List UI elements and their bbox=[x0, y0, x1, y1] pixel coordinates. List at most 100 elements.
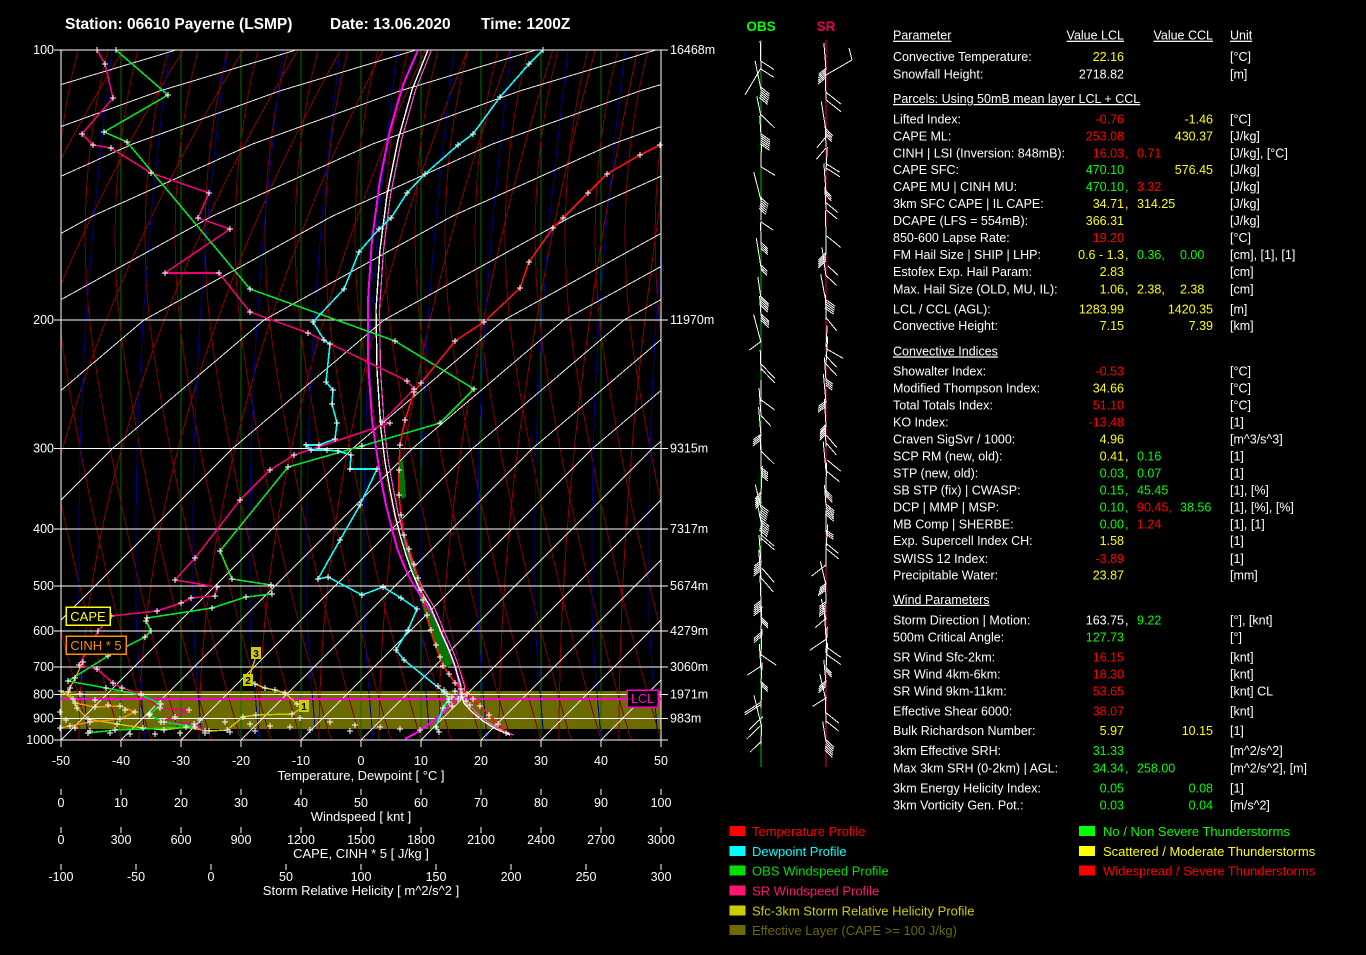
svg-text:5.97: 5.97 bbox=[1100, 724, 1124, 738]
svg-text:10: 10 bbox=[414, 754, 428, 768]
svg-text:-1.46: -1.46 bbox=[1185, 113, 1214, 127]
svg-text:0: 0 bbox=[208, 870, 215, 884]
svg-text:1000: 1000 bbox=[26, 733, 54, 747]
svg-text:[knt] CL: [knt] CL bbox=[1230, 684, 1273, 698]
svg-text:[°]: [°] bbox=[1230, 631, 1242, 645]
svg-text:,: , bbox=[1125, 500, 1128, 514]
svg-text:[1]: [1] bbox=[1230, 552, 1244, 566]
svg-text:LCL / CCL (AGL):: LCL / CCL (AGL): bbox=[893, 302, 991, 316]
svg-text:-30: -30 bbox=[172, 754, 190, 768]
svg-text:Lifted Index:: Lifted Index: bbox=[893, 113, 961, 127]
svg-text:[J/kg]: [J/kg] bbox=[1230, 163, 1260, 177]
svg-text:[J/kg]: [J/kg] bbox=[1230, 129, 1260, 143]
svg-text:1283.99: 1283.99 bbox=[1079, 302, 1124, 316]
svg-text:[cm], [1], [1]: [cm], [1], [1] bbox=[1230, 248, 1295, 262]
svg-text:[knt]: [knt] bbox=[1230, 704, 1254, 718]
svg-text:DCP | MMP | MSP:: DCP | MMP | MSP: bbox=[893, 500, 999, 514]
svg-text:3.32: 3.32 bbox=[1137, 180, 1161, 194]
svg-text:[1]: [1] bbox=[1230, 534, 1244, 548]
svg-text:470.10: 470.10 bbox=[1086, 180, 1124, 194]
svg-text:150: 150 bbox=[426, 870, 447, 884]
svg-text:Scattered / Moderate Thunderst: Scattered / Moderate Thunderstorms bbox=[1103, 844, 1316, 859]
svg-text:[J/kg]: [J/kg] bbox=[1230, 197, 1260, 211]
svg-text:Station: 06610 Payerne (LSMP): Station: 06610 Payerne (LSMP) bbox=[65, 16, 292, 33]
svg-text:Value CCL: Value CCL bbox=[1153, 29, 1213, 43]
svg-text:2100: 2100 bbox=[467, 833, 495, 847]
svg-text:Precipitable Water:: Precipitable Water: bbox=[893, 569, 998, 583]
svg-text:SR Wind Sfc-2km:: SR Wind Sfc-2km: bbox=[893, 651, 995, 665]
svg-text:[km]: [km] bbox=[1230, 319, 1254, 333]
svg-text:SB STP (fix) | CWASP:: SB STP (fix) | CWASP: bbox=[893, 484, 1021, 498]
svg-text:[°], [knt]: [°], [knt] bbox=[1230, 613, 1273, 627]
svg-text:[°C]: [°C] bbox=[1230, 399, 1251, 413]
svg-text:Effective Shear 6000:: Effective Shear 6000: bbox=[893, 704, 1012, 718]
svg-text:[m]: [m] bbox=[1230, 302, 1247, 316]
svg-text:Convective Indices: Convective Indices bbox=[893, 344, 998, 358]
svg-text:[cm]: [cm] bbox=[1230, 282, 1254, 296]
svg-text:Showalter Index:: Showalter Index: bbox=[893, 364, 986, 378]
svg-text:0.03: 0.03 bbox=[1100, 466, 1124, 480]
svg-text:3km Effective SRH:: 3km Effective SRH: bbox=[893, 744, 1001, 758]
svg-text:50: 50 bbox=[279, 870, 293, 884]
svg-text:SR Wind 9km-11km:: SR Wind 9km-11km: bbox=[893, 684, 1007, 698]
svg-text:0.41: 0.41 bbox=[1100, 449, 1124, 463]
svg-text:2400: 2400 bbox=[527, 833, 555, 847]
svg-text:10.15: 10.15 bbox=[1182, 724, 1213, 738]
svg-text:[°C]: [°C] bbox=[1230, 364, 1251, 378]
svg-text:[°C]: [°C] bbox=[1230, 113, 1251, 127]
svg-text:SWISS 12 Index:: SWISS 12 Index: bbox=[893, 552, 988, 566]
svg-text:,: , bbox=[1125, 180, 1128, 194]
svg-text:[knt]: [knt] bbox=[1230, 651, 1254, 665]
svg-text:-40: -40 bbox=[112, 754, 130, 768]
svg-text:-100: -100 bbox=[48, 870, 73, 884]
svg-text:38.07: 38.07 bbox=[1093, 704, 1124, 718]
svg-text:1.06: 1.06 bbox=[1100, 282, 1124, 296]
svg-text:[m^2/s^2], [m]: [m^2/s^2], [m] bbox=[1230, 761, 1307, 775]
svg-text:Exp. Supercell Index CH:: Exp. Supercell Index CH: bbox=[893, 534, 1033, 548]
svg-text:[1], [%]: [1], [%] bbox=[1230, 484, 1269, 498]
svg-text:50: 50 bbox=[654, 754, 668, 768]
svg-text:SR Wind 4km-6km:: SR Wind 4km-6km: bbox=[893, 667, 1001, 681]
svg-text:[knt]: [knt] bbox=[1230, 667, 1254, 681]
svg-text:CAPE ML:: CAPE ML: bbox=[893, 129, 951, 143]
svg-text:DCAPE (LFS = 554mB):: DCAPE (LFS = 554mB): bbox=[893, 214, 1028, 228]
svg-text:7317m: 7317m bbox=[670, 522, 708, 536]
svg-text:34.71: 34.71 bbox=[1093, 197, 1124, 211]
svg-text:31.33: 31.33 bbox=[1093, 744, 1124, 758]
svg-text:Sfc-3km Storm Relative Helicit: Sfc-3km Storm Relative Helicity Profile bbox=[752, 903, 975, 918]
svg-text:-13.48: -13.48 bbox=[1089, 416, 1124, 430]
svg-text:,: , bbox=[1125, 466, 1128, 480]
svg-text:Effective Layer (CAPE >= 100 J: Effective Layer (CAPE >= 100 J/kg) bbox=[752, 923, 957, 938]
svg-text:470.10: 470.10 bbox=[1086, 163, 1124, 177]
svg-text:,: , bbox=[1125, 613, 1128, 627]
svg-text:Parcels: Using 50mB mean layer: Parcels: Using 50mB mean layer LCL + CCL bbox=[893, 92, 1140, 106]
svg-text:253.08: 253.08 bbox=[1086, 129, 1124, 143]
svg-text:[1], [1]: [1], [1] bbox=[1230, 517, 1265, 531]
svg-text:Convective Temperature:: Convective Temperature: bbox=[893, 50, 1032, 64]
svg-text:Modified Thompson Index:: Modified Thompson Index: bbox=[893, 381, 1040, 395]
svg-text:38.56: 38.56 bbox=[1180, 500, 1211, 514]
svg-text:2.83: 2.83 bbox=[1100, 265, 1124, 279]
svg-text:KO Index:: KO Index: bbox=[893, 416, 949, 430]
svg-text:300: 300 bbox=[651, 870, 672, 884]
svg-text:Windspeed [ knt ]: Windspeed [ knt ] bbox=[311, 809, 411, 824]
svg-text:LCL: LCL bbox=[631, 692, 654, 706]
svg-text:Storm Relative Helicity [ m^2: Storm Relative Helicity [ m^2/s^2 ] bbox=[263, 883, 459, 898]
svg-text:2700: 2700 bbox=[587, 833, 615, 847]
svg-text:983m: 983m bbox=[670, 712, 701, 726]
svg-text:600: 600 bbox=[171, 833, 192, 847]
svg-text:,: , bbox=[1125, 449, 1128, 463]
svg-text:51.10: 51.10 bbox=[1093, 399, 1124, 413]
svg-text:CAPE: CAPE bbox=[70, 609, 106, 624]
svg-text:22.16: 22.16 bbox=[1093, 50, 1124, 64]
svg-text:0: 0 bbox=[58, 833, 65, 847]
svg-text:Temperature Profile: Temperature Profile bbox=[752, 824, 865, 839]
svg-text:20: 20 bbox=[174, 796, 188, 810]
svg-text:Storm Direction | Motion:: Storm Direction | Motion: bbox=[893, 613, 1030, 627]
svg-text:0.08: 0.08 bbox=[1189, 781, 1213, 795]
svg-text:STP (new, old):: STP (new, old): bbox=[893, 466, 978, 480]
svg-text:100: 100 bbox=[351, 870, 372, 884]
svg-text:0.6 - 1.3: 0.6 - 1.3 bbox=[1078, 248, 1124, 262]
svg-text:1.58: 1.58 bbox=[1100, 534, 1124, 548]
svg-text:,: , bbox=[1125, 517, 1128, 531]
